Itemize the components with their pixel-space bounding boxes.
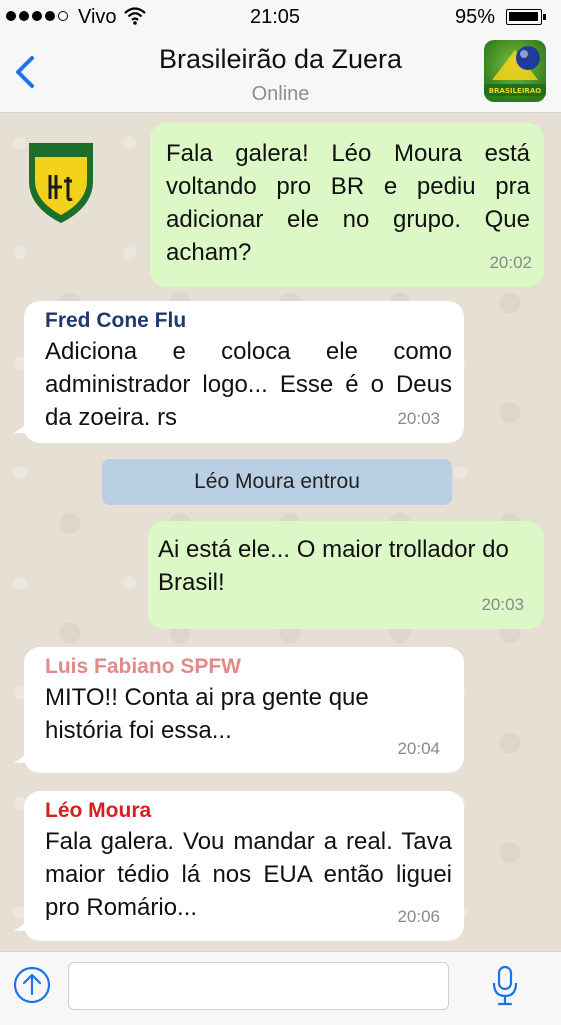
- svg-text:BRASILEIRAO: BRASILEIRAO: [489, 87, 541, 95]
- message-time: 20:03: [397, 409, 440, 428]
- message-bubble-incoming[interactable]: Luis Fabiano SPFW MITO!! Conta ai pra ge…: [14, 647, 464, 773]
- message-time: 20:02: [489, 253, 532, 272]
- message-text: Ai está ele... O maior trollador do Bras…: [158, 536, 509, 596]
- arrow-up-circle-icon[interactable]: [12, 965, 52, 1005]
- message-input-bar: [0, 951, 561, 1025]
- message-input[interactable]: [68, 962, 449, 1010]
- message-sender[interactable]: Léo Moura: [45, 797, 452, 825]
- message-text: Fala galera. Vou mandar a real. Tava mai…: [45, 828, 452, 921]
- carrier-name: Vivo: [78, 6, 117, 28]
- message-bubble-outgoing[interactable]: Fala galera! Léo Moura está voltando pro…: [150, 123, 544, 287]
- system-notice: Léo Moura entrou: [102, 459, 452, 505]
- message-text: Adiciona e coloca ele como administrador…: [45, 338, 452, 431]
- message-sender[interactable]: Fred Cone Flu: [45, 307, 452, 335]
- message-text: Fala galera! Léo Moura está voltando pro…: [166, 140, 530, 266]
- message-list[interactable]: Fala galera! Léo Moura está voltando pro…: [0, 113, 561, 951]
- message-bubble-incoming[interactable]: Léo Moura Fala galera. Vou mandar a real…: [14, 791, 464, 941]
- message-text: MITO!! Conta ai pra gente que história f…: [45, 684, 369, 744]
- chat-header: Brasileirão da Zuera Online BRASILEIRAO: [0, 36, 561, 113]
- wifi-icon: [124, 6, 146, 32]
- message-time: 20:03: [481, 595, 524, 614]
- message-bubble-incoming[interactable]: Fred Cone Flu Adiciona e coloca ele como…: [14, 301, 464, 443]
- message-bubble-outgoing[interactable]: Ai está ele... O maior trollador do Bras…: [148, 521, 544, 629]
- battery-percentage: 95%: [455, 6, 496, 28]
- shield-avatar-icon[interactable]: [26, 137, 96, 225]
- message-sender[interactable]: Luis Fabiano SPFW: [45, 653, 452, 681]
- group-avatar[interactable]: BRASILEIRAO: [484, 40, 546, 102]
- message-time: 20:06: [397, 907, 440, 926]
- chat-title[interactable]: Brasileirão da Zuera: [0, 44, 561, 75]
- status-time: 21:05: [250, 6, 301, 28]
- presence-status: Online: [251, 83, 310, 105]
- message-time: 20:04: [397, 739, 440, 758]
- signal-strength-icon: [6, 11, 68, 21]
- battery-icon: [506, 9, 546, 25]
- microphone-icon[interactable]: [490, 964, 520, 1008]
- status-bar: Vivo 21:05 95%: [0, 0, 561, 36]
